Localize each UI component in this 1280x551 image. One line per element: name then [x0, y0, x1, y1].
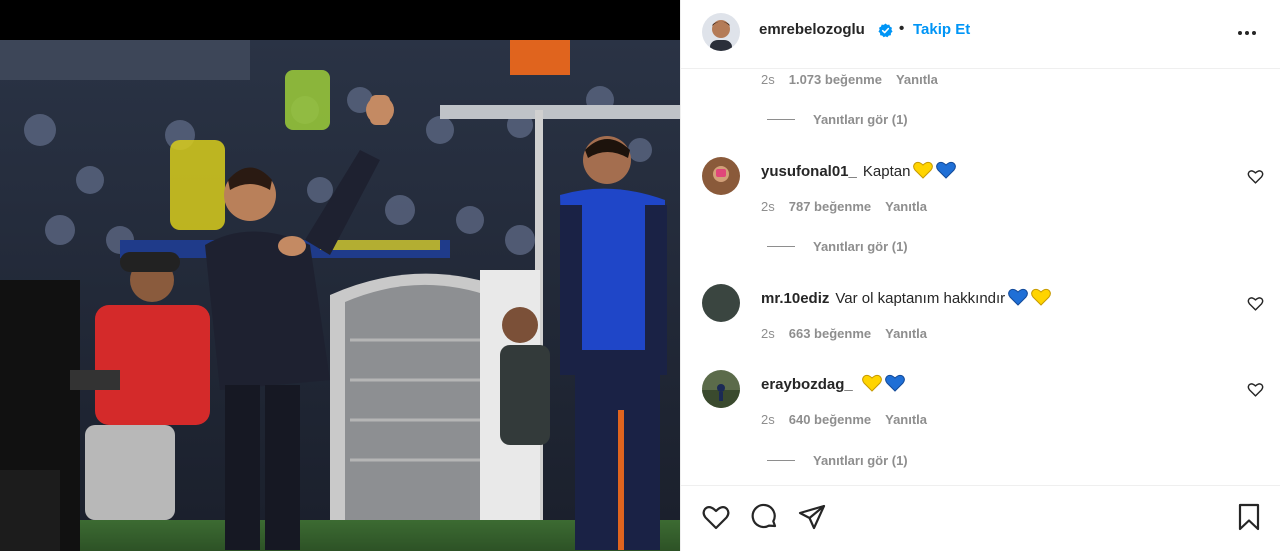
like-comment-heart-icon[interactable]: [1247, 168, 1264, 185]
comment-icon[interactable]: [749, 502, 779, 532]
heart-icon[interactable]: [701, 502, 731, 532]
yellow-heart-icon: [861, 374, 882, 392]
post-side-panel: emrebelozoglu • Takip Et 2s 1.073 beğenme…: [680, 0, 1280, 551]
reply-button[interactable]: Yanıtla: [885, 326, 927, 341]
author-username[interactable]: emrebelozoglu: [759, 21, 865, 38]
replies-divider: [767, 119, 795, 120]
comment-meta: 2s 787 beğenme Yanıtla: [761, 199, 941, 214]
follow-button[interactable]: Takip Et: [913, 21, 970, 38]
comment-likes[interactable]: 787 beğenme: [789, 199, 871, 214]
blue-heart-icon: [936, 161, 957, 179]
comment-time: 2s: [761, 326, 775, 341]
bookmark-icon[interactable]: [1234, 502, 1264, 532]
comment-text: mr.10ediz Var ol kaptanım hakkındır: [761, 288, 1052, 307]
blue-heart-icon: [1008, 288, 1029, 306]
yellow-heart-icon: [1031, 288, 1052, 306]
view-replies-label: Yanıtları gör (1): [813, 239, 908, 254]
comment-likes[interactable]: 663 beğenme: [789, 326, 871, 341]
post-photo: [0, 40, 680, 551]
post-action-bar: [681, 485, 1280, 551]
view-replies-label: Yanıtları gör (1): [813, 453, 908, 468]
media-letterbox: [0, 0, 680, 40]
comment-body: Kaptan: [862, 163, 911, 180]
commenter-avatar[interactable]: [702, 370, 740, 408]
blue-heart-icon: [884, 374, 905, 392]
header-separator: •: [899, 20, 905, 37]
comment-meta: 2s 663 beğenme Yanıtla: [761, 326, 941, 341]
comment-text: eraybozdag_: [761, 374, 905, 393]
comment-time: 2s: [761, 199, 775, 214]
commenter-avatar[interactable]: [702, 284, 740, 322]
comment-likes[interactable]: 1.073 beğenme: [789, 72, 882, 87]
comment-meta: 2s 1.073 beğenme Yanıtla: [761, 72, 952, 87]
reply-button[interactable]: Yanıtla: [896, 72, 938, 87]
commenter-username[interactable]: mr.10ediz: [761, 290, 829, 307]
commenter-avatar[interactable]: [702, 157, 740, 195]
verified-badge-icon: [878, 23, 893, 38]
post-header: emrebelozoglu • Takip Et: [681, 0, 1280, 69]
view-replies-button[interactable]: Yanıtları gör (1): [767, 453, 908, 468]
comment-time: 2s: [761, 72, 775, 87]
post-media[interactable]: [0, 0, 680, 551]
send-icon[interactable]: [797, 502, 827, 532]
replies-divider: [767, 460, 795, 461]
like-comment-heart-icon[interactable]: [1247, 381, 1264, 398]
view-replies-button[interactable]: Yanıtları gör (1): [767, 239, 908, 254]
more-horizontal-icon[interactable]: [1235, 22, 1259, 44]
yellow-heart-icon: [913, 161, 934, 179]
comment-meta: 2s 640 beğenme Yanıtla: [761, 412, 941, 427]
comments-list[interactable]: 2s 1.073 beğenme Yanıtla Yanıtları gör (1)…: [681, 69, 1280, 485]
view-replies-label: Yanıtları gör (1): [813, 112, 908, 127]
comment-body: Var ol kaptanım hakkındır: [835, 290, 1006, 307]
reply-button[interactable]: Yanıtla: [885, 412, 927, 427]
commenter-username[interactable]: yusufonal01_: [761, 163, 857, 180]
replies-divider: [767, 246, 795, 247]
comment-text: yusufonal01_ Kaptan: [761, 161, 957, 180]
commenter-username[interactable]: eraybozdag_: [761, 376, 853, 393]
comment-time: 2s: [761, 412, 775, 427]
like-comment-heart-icon[interactable]: [1247, 295, 1264, 312]
comment-likes[interactable]: 640 beğenme: [789, 412, 871, 427]
reply-button[interactable]: Yanıtla: [885, 199, 927, 214]
view-replies-button[interactable]: Yanıtları gör (1): [767, 112, 908, 127]
author-avatar[interactable]: [702, 13, 740, 51]
